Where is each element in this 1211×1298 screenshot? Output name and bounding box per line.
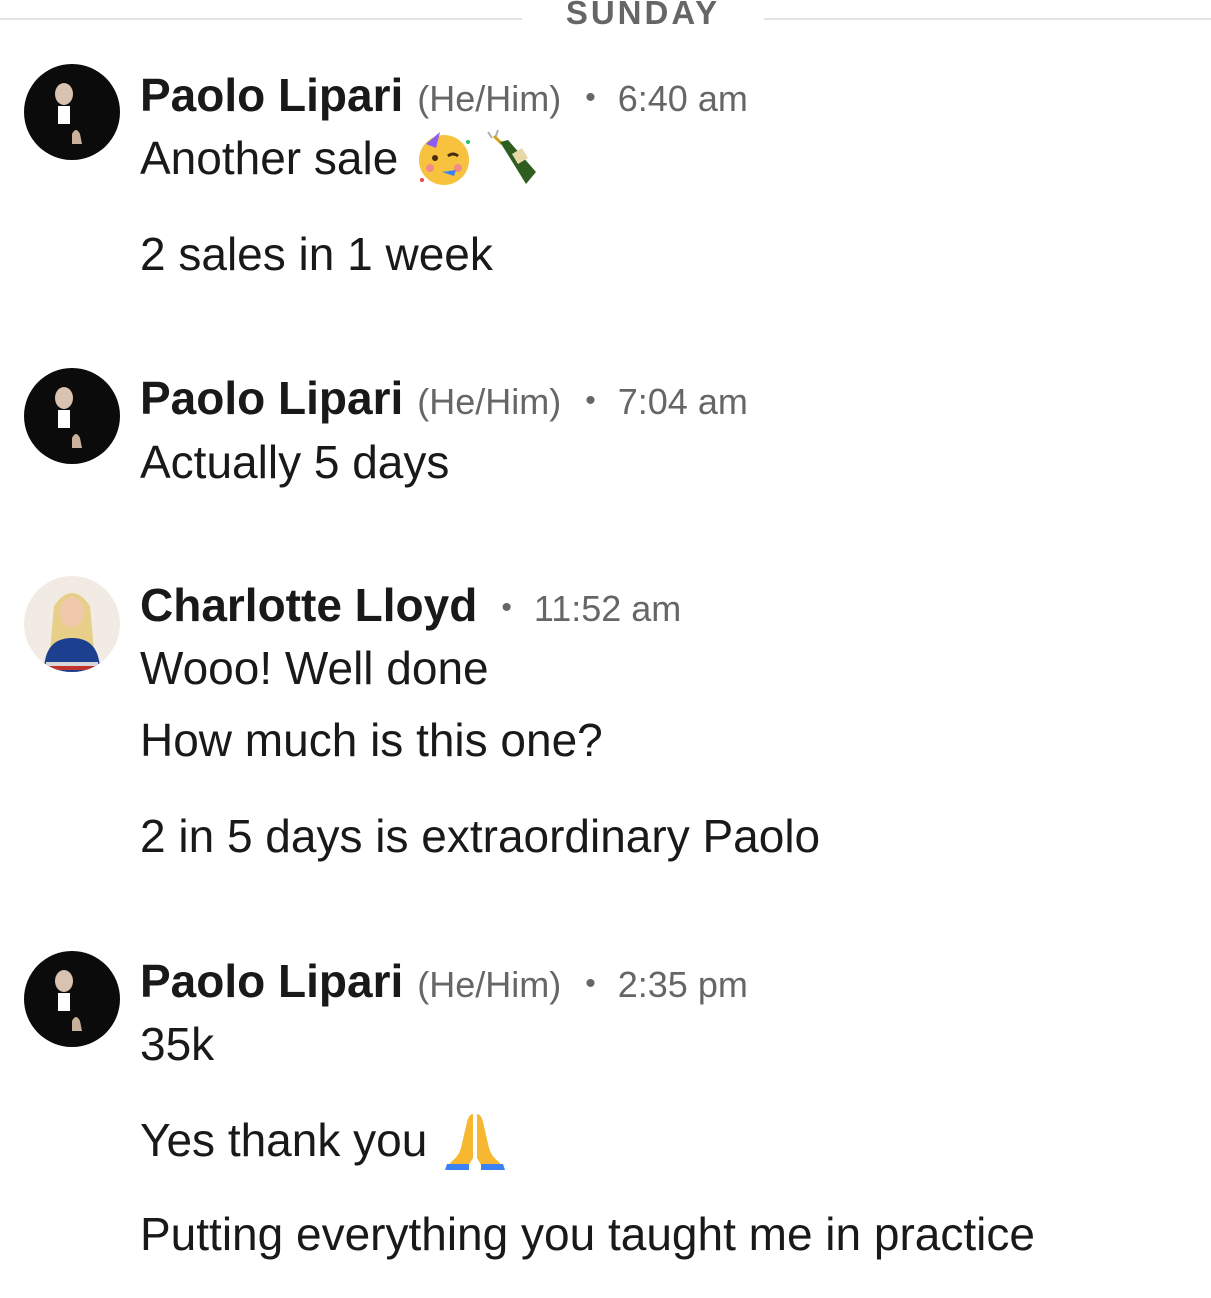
sender-pronouns: (He/Him) [417, 78, 562, 119]
avatar-photo [24, 576, 120, 672]
avatar[interactable] [24, 368, 120, 464]
message-line: Actually 5 days [140, 432, 449, 492]
champagne-bottle-emoji [482, 128, 542, 188]
day-divider-label: SUNDAY [565, 0, 721, 31]
avatar-photo [24, 951, 120, 1047]
avatar[interactable] [24, 64, 120, 160]
sender-pronouns: (He/Him) [417, 964, 562, 1005]
sender-name[interactable]: Paolo Lipari [140, 954, 403, 1008]
sender-name[interactable]: Paolo Lipari [140, 68, 403, 122]
message-line: 35k [140, 1014, 214, 1074]
message-text: Putting everything you taught me in prac… [140, 1208, 1035, 1260]
message-line: 2 in 5 days is extraordinary Paolo [140, 806, 820, 866]
divider-line-left [0, 18, 522, 20]
message-header: Paolo Lipari (He/Him) • 7:04 am [140, 371, 748, 424]
message-line: 2 sales in 1 week [140, 224, 493, 284]
message-header: Paolo Lipari (He/Him) • 2:35 pm [140, 954, 748, 1007]
day-divider: SUNDAY [0, 0, 1211, 36]
message-time: 11:52 am [533, 588, 682, 629]
message-line: Putting everything you taught me in prac… [140, 1204, 1035, 1264]
message-text: Another sale [140, 132, 399, 184]
message-line: Yes thank you [140, 1108, 507, 1172]
separator-dot: • [585, 384, 596, 417]
message-text: Yes thank you [140, 1114, 428, 1166]
message-text: Actually 5 days [140, 436, 450, 488]
separator-dot: • [501, 591, 512, 624]
message-text: How much is this one? [140, 714, 603, 766]
message-line: Wooo! Well done [140, 638, 489, 698]
sender-name[interactable]: Paolo Lipari [140, 371, 403, 425]
folded-hands-emoji [443, 1108, 507, 1172]
divider-line-right [764, 18, 1211, 20]
sender-pronouns: (He/Him) [417, 381, 562, 422]
avatar-photo [24, 368, 120, 464]
message-text: Wooo! Well done [140, 642, 489, 694]
message-text: 35k [140, 1018, 215, 1070]
avatar[interactable] [24, 951, 120, 1047]
avatar-photo [24, 64, 120, 160]
message-time: 7:04 am [617, 381, 748, 422]
message-header: Paolo Lipari (He/Him) • 6:40 am [140, 68, 748, 121]
sender-name[interactable]: Charlotte Lloyd [140, 578, 477, 632]
partying-face-emoji [414, 128, 474, 188]
message-text: 2 sales in 1 week [140, 228, 493, 280]
avatar[interactable] [24, 576, 120, 672]
separator-dot: • [585, 967, 596, 1000]
message-line: How much is this one? [140, 710, 603, 770]
message-time: 2:35 pm [617, 964, 748, 1005]
message-text: 2 in 5 days is extraordinary Paolo [140, 810, 821, 862]
separator-dot: • [585, 81, 596, 114]
message-header: Charlotte Lloyd • 11:52 am [140, 578, 682, 631]
message-time: 6:40 am [617, 78, 748, 119]
message-line: Another sale [140, 128, 542, 188]
